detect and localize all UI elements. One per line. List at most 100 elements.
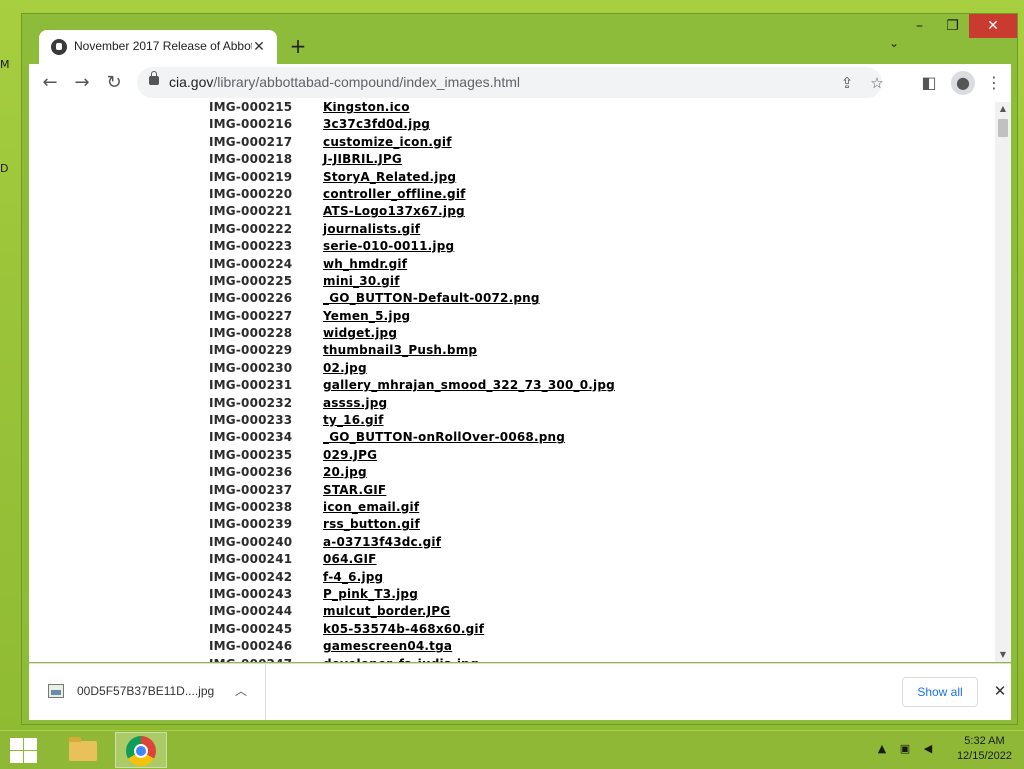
image-file-link[interactable]: ty_16.gif xyxy=(323,413,384,427)
download-file-name: 00D5F57B37BE11D....jpg xyxy=(77,684,215,698)
chevron-up-icon[interactable]: ︿ xyxy=(233,682,249,698)
show-all-button[interactable]: Show all xyxy=(902,677,978,707)
side-panel-icon[interactable]: ◧ xyxy=(917,71,941,95)
image-file-link[interactable]: 064.GIF xyxy=(323,552,377,566)
download-shelf: 00D5F57B37BE11D....jpg ︿ Show all ✕ xyxy=(29,663,1011,720)
image-file-link[interactable]: f-4_6.jpg xyxy=(323,570,383,584)
system-clock[interactable]: 5:32 AM 12/15/2022 xyxy=(957,734,1012,764)
image-file-link[interactable]: 20.jpg xyxy=(323,465,367,479)
image-file-link[interactable]: gamescreen04.tga xyxy=(323,639,452,653)
browser-tab[interactable]: November 2017 Release of Abbottabad ✕ xyxy=(39,30,277,64)
image-file-link[interactable]: P_pink_T3.jpg xyxy=(323,587,418,601)
image-file-link[interactable]: rss_button.gif xyxy=(323,517,420,531)
volume-icon[interactable]: ◀ xyxy=(921,742,935,756)
image-file-link[interactable]: thumbnail3_Push.bmp xyxy=(323,343,477,357)
image-file-link[interactable]: developer_fs_judia.jpg xyxy=(323,657,479,663)
image-id: IMG-000244 xyxy=(209,604,293,619)
image-file-link[interactable]: customize_icon.gif xyxy=(323,135,452,149)
desktop-icon-label[interactable]: D xyxy=(0,162,8,175)
page-content: IMG-000215 Kingston.ico IMG-000216 3c37c3fd… xyxy=(29,102,1011,662)
taskbar-file-explorer[interactable] xyxy=(55,732,107,768)
taskbar: ▲ ▣ ◀ 5:32 AM 12/15/2022 xyxy=(0,730,1024,769)
image-id: IMG-000219 xyxy=(209,169,293,184)
image-file-link[interactable]: a-03713f43dc.gif xyxy=(323,535,441,549)
image-id: IMG-000247 xyxy=(209,657,292,663)
scroll-thumb[interactable] xyxy=(998,119,1008,137)
profile-avatar-icon[interactable]: ● xyxy=(951,71,975,95)
image-id: IMG-000236 xyxy=(209,465,293,480)
image-file-link[interactable]: 3c37c3fd0d.jpg xyxy=(323,117,430,131)
network-icon[interactable]: ▣ xyxy=(898,742,912,756)
image-id: IMG-000242 xyxy=(209,569,293,584)
tab-search-chevron-icon[interactable]: ⌄ xyxy=(884,36,904,56)
image-file-link[interactable]: Kingston.ico xyxy=(323,102,410,114)
image-id: IMG-000216 xyxy=(209,117,293,132)
tab-close-icon[interactable]: ✕ xyxy=(249,37,269,57)
image-file-link[interactable]: mini_30.gif xyxy=(323,274,400,288)
new-tab-button[interactable]: + xyxy=(286,34,310,58)
scroll-up-arrow-icon[interactable]: ▲ xyxy=(995,102,1011,116)
image-file-link[interactable]: STAR.GIF xyxy=(323,483,386,497)
image-file-link[interactable]: 029.JPG xyxy=(323,448,377,462)
browser-window: November 2017 Release of Abbottabad ✕ + … xyxy=(21,13,1018,725)
reload-icon[interactable]: ↻ xyxy=(101,71,127,95)
image-file-link[interactable]: _GO_BUTTON-onRollOver-0068.png xyxy=(323,430,565,444)
image-file-link[interactable]: _GO_BUTTON-Default-0072.png xyxy=(323,291,540,305)
image-file-link[interactable]: journalists.gif xyxy=(323,222,420,236)
back-arrow-icon[interactable]: ← xyxy=(37,71,63,95)
url-text[interactable]: cia.gov/library/abbottabad-compound/inde… xyxy=(169,74,520,90)
image-id: IMG-000243 xyxy=(209,586,293,601)
image-file-link[interactable]: widget.jpg xyxy=(323,326,397,340)
windows-start-icon[interactable] xyxy=(8,737,38,763)
tray-chevron-up-icon[interactable]: ▲ xyxy=(875,742,889,756)
image-id: IMG-000240 xyxy=(209,534,293,549)
image-file-link[interactable]: 02.jpg xyxy=(323,361,367,375)
bookmark-star-icon[interactable]: ☆ xyxy=(867,73,887,93)
image-file-link[interactable]: ATS-Logo137x67.jpg xyxy=(323,204,465,218)
image-file-link[interactable]: wh_hmdr.gif xyxy=(323,257,407,271)
image-file-link[interactable]: J-JIBRIL.JPG xyxy=(323,152,402,166)
clock-date: 12/15/2022 xyxy=(956,750,1012,762)
lock-icon[interactable] xyxy=(149,71,159,85)
image-id: IMG-000228 xyxy=(209,326,293,341)
image-file-link[interactable]: serie-010-0011.jpg xyxy=(323,239,454,253)
image-id: IMG-000233 xyxy=(209,413,293,428)
image-id: IMG-000225 xyxy=(209,273,293,288)
image-file-link[interactable]: assss.jpg xyxy=(323,396,387,410)
restore-button[interactable]: ❐ xyxy=(936,14,969,38)
vertical-scrollbar[interactable]: ▲ ▼ xyxy=(995,102,1011,662)
image-id: IMG-000224 xyxy=(209,256,293,271)
image-id: IMG-000237 xyxy=(209,482,293,497)
image-file-icon xyxy=(48,684,64,698)
share-icon[interactable]: ⇪ xyxy=(837,73,857,93)
image-file-link[interactable]: gallery_mhrajan_smood_322_73_300_0.jpg xyxy=(323,378,615,392)
forward-arrow-icon[interactable]: → xyxy=(69,71,95,95)
image-file-link[interactable]: mulcut_border.JPG xyxy=(323,604,450,618)
image-id: IMG-000239 xyxy=(209,517,293,532)
image-file-link[interactable]: StoryA_Related.jpg xyxy=(323,170,456,184)
image-id: IMG-000235 xyxy=(209,447,293,462)
image-id: IMG-000223 xyxy=(209,239,293,254)
address-bar[interactable]: cia.gov/library/abbottabad-compound/inde… xyxy=(137,67,884,98)
download-item[interactable]: 00D5F57B37BE11D....jpg ︿ xyxy=(29,664,266,720)
tab-title: November 2017 Release of Abbottabad xyxy=(74,39,252,53)
desktop-icon-label[interactable]: M xyxy=(0,58,10,71)
title-bar[interactable]: November 2017 Release of Abbottabad ✕ + … xyxy=(22,14,1017,64)
image-id: IMG-000229 xyxy=(209,343,293,358)
scroll-down-arrow-icon[interactable]: ▼ xyxy=(995,648,1011,662)
menu-kebab-icon[interactable]: ⋮ xyxy=(982,71,1006,95)
clock-time: 5:32 AM xyxy=(964,735,1005,747)
site-favicon-icon xyxy=(51,39,67,55)
image-id: IMG-000234 xyxy=(209,430,293,445)
image-file-link[interactable]: icon_email.gif xyxy=(323,500,419,514)
url-host: cia.gov xyxy=(169,74,214,90)
close-download-shelf-icon[interactable]: ✕ xyxy=(991,682,1009,700)
image-file-link[interactable]: Yemen_5.jpg xyxy=(323,309,410,323)
close-window-button[interactable]: ✕ xyxy=(969,14,1017,38)
image-id: IMG-000246 xyxy=(209,639,293,654)
image-file-link[interactable]: k05-53574b-468x60.gif xyxy=(323,622,484,636)
taskbar-chrome[interactable] xyxy=(115,732,167,768)
image-id: IMG-000222 xyxy=(209,221,293,236)
minimize-button[interactable]: – xyxy=(903,14,936,38)
image-file-link[interactable]: controller_offline.gif xyxy=(323,187,466,201)
